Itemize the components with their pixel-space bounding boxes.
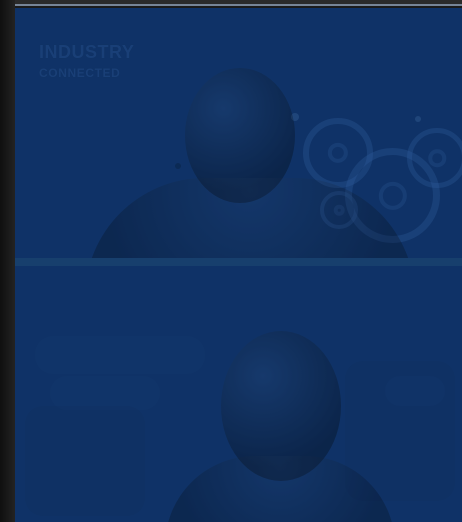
participant-video xyxy=(15,266,462,522)
video-call-window: INDUSTRY CONNECTED xyxy=(0,0,462,522)
participant-video xyxy=(15,8,462,260)
participant-tile-top[interactable]: INDUSTRY CONNECTED xyxy=(15,8,462,260)
participant-tile-bottom[interactable] xyxy=(15,266,462,522)
top-line xyxy=(15,4,462,6)
participant-body xyxy=(165,456,395,522)
tile-divider xyxy=(15,258,462,266)
participant-body xyxy=(85,178,415,260)
left-edge xyxy=(0,0,15,522)
